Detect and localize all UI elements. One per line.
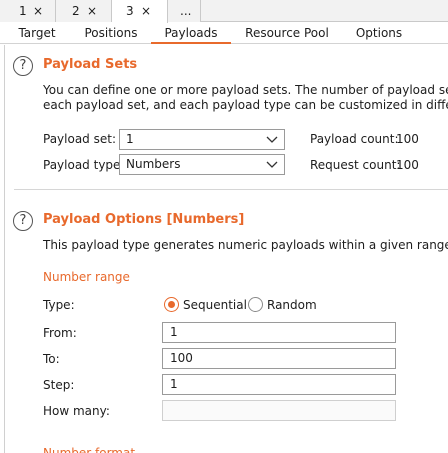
from-label: From: (43, 326, 77, 340)
attack-tab-label: 1 (19, 4, 27, 18)
payload-sets-description-line1: You can define one or more payload sets.… (43, 83, 448, 97)
attack-tab-3[interactable]: 3 × (112, 0, 168, 23)
tab-options[interactable]: Options (352, 23, 406, 44)
sequential-radio[interactable] (164, 297, 179, 312)
help-icon[interactable]: ? (13, 211, 33, 231)
attack-tab-label: ... (180, 4, 192, 18)
attack-tab-1[interactable]: 1 × (0, 0, 56, 22)
request-count-label: Request count: (310, 158, 401, 172)
payload-type-label: Payload type: (43, 158, 125, 172)
number-range-heading: Number range (43, 270, 130, 284)
tab-payloads[interactable]: Payloads (151, 23, 231, 44)
attack-tab-label: 2 (72, 4, 80, 18)
payload-type-select[interactable]: Numbers (119, 154, 285, 175)
payload-options-description: This payload type generates numeric payl… (43, 238, 448, 252)
chevron-down-icon (266, 136, 278, 143)
payload-sets-description-line2: each payload set, and each payload type … (43, 98, 448, 112)
sequential-radio-label[interactable]: Sequential (183, 297, 247, 313)
section-title-payload-sets: Payload Sets (43, 57, 138, 72)
request-count-value: 100 (396, 158, 419, 172)
from-field[interactable]: 1 (162, 322, 396, 343)
attack-tab-bar: 1 × 2 × 3 × ... (0, 0, 448, 23)
tab-positions[interactable]: Positions (80, 23, 142, 44)
panel-border (4, 45, 5, 453)
number-format-heading: Number format (43, 446, 136, 453)
tab-resource-pool[interactable]: Resource Pool (242, 23, 332, 44)
payload-type-value: Numbers (126, 157, 181, 171)
attack-tab-label: 3 (126, 4, 134, 18)
random-radio-label[interactable]: Random (267, 297, 317, 313)
help-icon[interactable]: ? (13, 56, 33, 76)
section-divider (14, 189, 448, 190)
type-label: Type: (43, 298, 75, 312)
close-icon[interactable]: × (33, 0, 43, 22)
how-many-label: How many: (43, 404, 110, 418)
close-icon[interactable]: × (141, 0, 151, 22)
payload-set-select[interactable]: 1 (119, 129, 285, 150)
payload-set-value: 1 (126, 132, 134, 146)
to-label: To: (43, 352, 60, 366)
tab-target[interactable]: Target (14, 23, 60, 44)
random-radio[interactable] (248, 297, 263, 312)
how-many-field[interactable] (162, 400, 396, 421)
attack-tab-new[interactable]: ... (168, 0, 201, 22)
payload-count-value: 100 (396, 132, 419, 146)
step-field[interactable]: 1 (162, 374, 396, 395)
payload-count-label: Payload count: (310, 132, 399, 146)
to-field[interactable]: 100 (162, 348, 396, 369)
close-icon[interactable]: × (87, 0, 97, 22)
payload-set-label: Payload set: (43, 132, 116, 146)
sub-tab-bar: Target Positions Payloads Resource Pool … (0, 23, 448, 44)
attack-tab-2[interactable]: 2 × (56, 0, 112, 22)
chevron-down-icon (266, 161, 278, 168)
section-title-payload-options: Payload Options [Numbers] (43, 212, 245, 227)
step-label: Step: (43, 378, 75, 392)
intruder-window: 1 × 2 × 3 × ... Target Positions Payload… (0, 0, 448, 453)
